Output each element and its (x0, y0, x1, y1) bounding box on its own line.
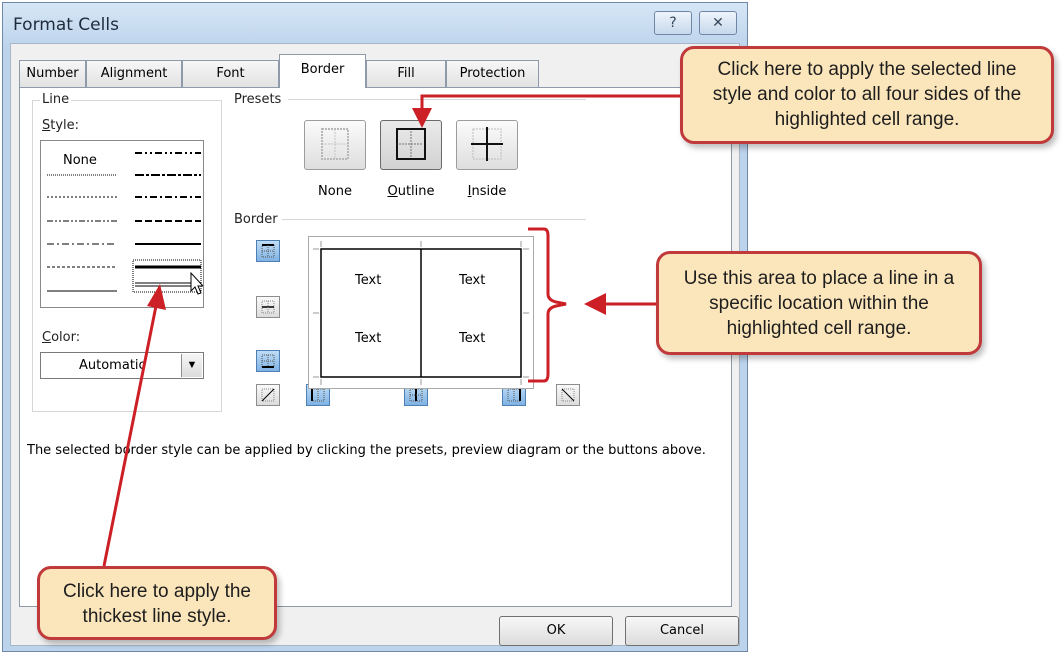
presets-group-label: Presets (232, 92, 284, 107)
callout-thick-line-text: Click here to apply the thickest line st… (63, 581, 251, 627)
preset-none-button[interactable] (304, 120, 366, 170)
ok-label: OK (546, 623, 566, 638)
preset-inside-icon (471, 127, 503, 161)
format-cells-dialog: Format Cells ? ✕ Number Alignment Font B… (2, 2, 748, 652)
line-style-list[interactable]: None (40, 140, 204, 308)
tab-font[interactable]: Font (182, 60, 279, 87)
preview-cell-text: Text (459, 273, 486, 288)
preset-inside-button[interactable] (456, 120, 518, 170)
border-inside-horizontal-icon (261, 300, 275, 314)
preset-none-label: None (318, 184, 352, 199)
tab-label: Font (216, 66, 245, 81)
diagonal-up-icon (261, 388, 275, 402)
line-style-swatches[interactable] (41, 141, 203, 307)
title-bar: Format Cells ? ✕ (3, 3, 747, 47)
tab-label: Alignment (100, 66, 168, 81)
callout-thick-line: Click here to apply the thickest line st… (37, 566, 277, 640)
border-tab-panel: Line Style: None Color: Automatic ▼ Pres… (19, 87, 732, 607)
preset-outline-label: Outline (376, 184, 446, 199)
callout-border-area-text: Use this area to place a line in a speci… (683, 268, 955, 339)
color-label-rest: olor: (51, 330, 81, 345)
style-label-rest: tyle: (50, 118, 80, 133)
border-group-label: Border (232, 212, 280, 227)
border-preview-area[interactable]: Text Text Text Text (308, 236, 534, 389)
chevron-down-icon[interactable]: ▼ (181, 354, 202, 377)
preset-outline-icon (396, 128, 426, 160)
border-diagonal-up-button[interactable] (256, 384, 280, 406)
presets-divider (288, 99, 586, 100)
color-value: Automatic (79, 358, 146, 373)
help-button[interactable]: ? (654, 11, 692, 35)
footer-hint-text: The selected border style can be applied… (27, 443, 706, 458)
ok-button[interactable]: OK (499, 616, 613, 646)
dialog-title: Format Cells (13, 15, 119, 35)
tab-protection[interactable]: Protection (446, 60, 539, 87)
border-top-button[interactable] (256, 240, 280, 262)
close-button[interactable]: ✕ (699, 11, 737, 35)
border-diagonal-down-button[interactable] (556, 384, 580, 406)
border-inside-horizontal-button[interactable] (256, 296, 280, 318)
border-bottom-button[interactable] (256, 350, 280, 372)
color-label-accesskey: C (42, 330, 52, 345)
style-label: Style: (40, 118, 82, 133)
callout-outline-text: Click here to apply the selected line st… (712, 59, 1022, 130)
help-icon: ? (669, 15, 677, 31)
tab-label: Protection (459, 66, 526, 81)
tab-label: Fill (397, 66, 415, 81)
diagonal-down-icon (561, 388, 575, 402)
color-dropdown[interactable]: Automatic ▼ (40, 352, 204, 379)
inside-label-rest: nside (471, 184, 507, 199)
cancel-button[interactable]: Cancel (625, 616, 739, 646)
tab-fill[interactable]: Fill (366, 60, 446, 87)
preview-cell-text: Text (355, 331, 382, 346)
preset-outline-button[interactable] (380, 120, 442, 170)
preset-none-icon (321, 128, 349, 160)
callout-border-area: Use this area to place a line in a speci… (656, 251, 982, 355)
color-label: Color: (40, 330, 83, 345)
close-icon: ✕ (712, 15, 724, 31)
outline-accesskey: O (387, 184, 398, 199)
dialog-client-area: Number Alignment Font Border Fill Protec… (10, 43, 740, 646)
callout-outline-preset: Click here to apply the selected line st… (680, 46, 1054, 144)
preview-cell-text: Text (459, 331, 486, 346)
border-bottom-icon (261, 354, 275, 368)
tab-number[interactable]: Number (19, 60, 86, 87)
line-group-label: Line (40, 92, 72, 107)
tab-label: Border (300, 62, 345, 77)
tab-alignment[interactable]: Alignment (86, 60, 182, 87)
tab-label: Number (26, 66, 79, 81)
outline-label-rest: utline (397, 184, 435, 199)
preview-grid[interactable] (309, 237, 533, 388)
border-top-icon (261, 244, 275, 258)
preview-cell-text: Text (355, 273, 382, 288)
cancel-label: Cancel (659, 623, 705, 638)
preset-inside-label: Inside (452, 184, 522, 199)
border-divider (282, 219, 586, 220)
tab-border[interactable]: Border (279, 54, 366, 88)
